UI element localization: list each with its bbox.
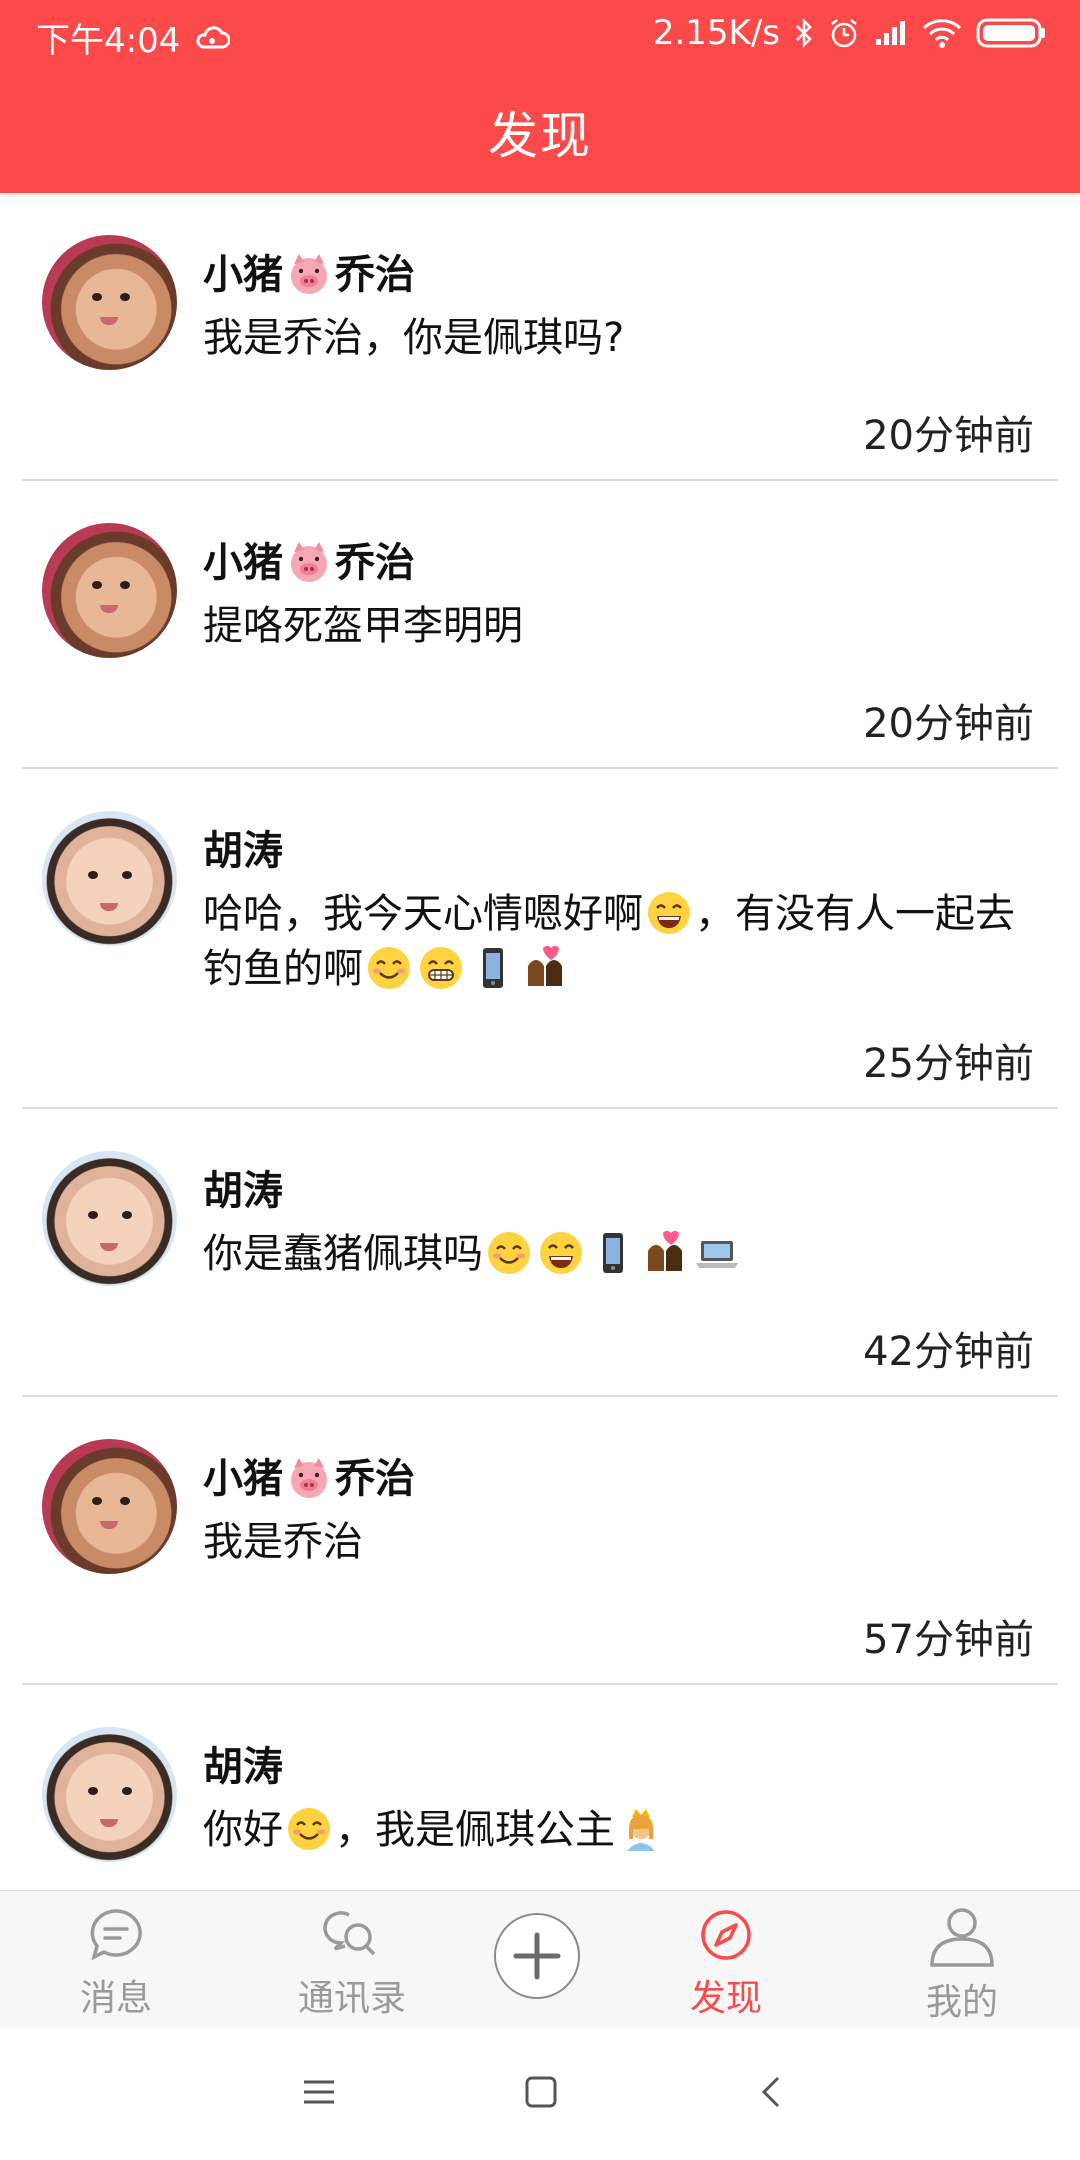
post-time: 20分钟前 xyxy=(863,701,1034,747)
blush-emoji-icon xyxy=(283,1807,335,1853)
compass-icon xyxy=(646,1905,806,1965)
feed-post[interactable]: 小猪 乔治 我是乔治 57分钟前 xyxy=(0,1397,1080,1685)
post-time: 20分钟前 xyxy=(863,413,1034,459)
pig-emoji-icon xyxy=(283,540,335,586)
princess-emoji-icon xyxy=(615,1807,667,1853)
post-author: 小猪 乔治 xyxy=(203,1456,415,1502)
plus-icon xyxy=(496,1932,578,2001)
tab-messages[interactable]: 消息 xyxy=(36,1905,196,2021)
menu-icon[interactable] xyxy=(302,2075,336,2113)
app-header: 发现 xyxy=(0,66,1080,193)
chat-icon xyxy=(36,1905,196,1965)
system-nav-bar xyxy=(0,2030,1080,2160)
feed-post[interactable]: 胡涛 你好 ，我是佩琪公主 xyxy=(0,1685,1080,1890)
tab-discover[interactable]: 发现 xyxy=(646,1905,806,2021)
bottom-tab-bar: 消息 通讯录 发现 我的 xyxy=(0,1890,1080,2031)
post-author: 胡涛 xyxy=(203,1744,283,1790)
post-message: 你好 ，我是佩琪公主 xyxy=(203,1803,1043,1858)
blush-emoji-icon xyxy=(363,946,415,992)
contacts-icon xyxy=(272,1905,432,1965)
tab-label: 消息 xyxy=(79,1978,152,2019)
post-time: 42分钟前 xyxy=(863,1329,1034,1375)
smile-emoji-icon xyxy=(535,1231,587,1277)
feed-post[interactable]: 小猪 乔治 我是乔治，你是佩琪吗? 20分钟前 xyxy=(0,193,1080,481)
kiss-couple-emoji-icon xyxy=(639,1231,691,1277)
laptop-emoji-icon xyxy=(691,1231,743,1277)
person-icon xyxy=(882,1905,1042,1969)
pig-emoji-icon xyxy=(283,1456,335,1502)
grin-emoji-icon xyxy=(415,946,467,992)
avatar[interactable] xyxy=(42,1439,177,1574)
avatar[interactable] xyxy=(42,1727,177,1862)
pig-emoji-icon xyxy=(283,252,335,298)
back-icon[interactable] xyxy=(754,2075,788,2113)
avatar[interactable] xyxy=(42,235,177,370)
page-title: 发现 xyxy=(488,107,592,165)
battery-icon xyxy=(976,17,1046,49)
post-author: 小猪 乔治 xyxy=(203,252,415,298)
add-button[interactable] xyxy=(494,1913,580,1999)
post-message: 我是乔治 xyxy=(203,1519,363,1565)
tab-label: 通讯录 xyxy=(297,1978,406,2019)
network-speed: 2.15K/s xyxy=(652,13,780,53)
post-author: 胡涛 xyxy=(203,828,283,874)
status-time: 下午4:04 xyxy=(36,21,181,61)
smile-emoji-icon xyxy=(643,891,695,937)
signal-icon xyxy=(874,19,908,47)
wifi-icon xyxy=(922,18,962,48)
post-message: 哈哈，我今天心情嗯好啊 ，有没有人一起去钓鱼的啊 xyxy=(203,891,1015,992)
status-bar: 下午4:04 2.15K/s xyxy=(0,0,1080,66)
discover-feed[interactable]: 小猪 乔治 我是乔治，你是佩琪吗? 20分钟前 小猪 乔治 提咯死盔甲李明明 20分… xyxy=(0,193,1080,1890)
post-time: 25分钟前 xyxy=(863,1041,1034,1087)
blush-emoji-icon xyxy=(483,1231,535,1277)
phone-emoji-icon xyxy=(587,1231,639,1277)
post-message: 我是乔治，你是佩琪吗? xyxy=(203,315,625,361)
alarm-icon xyxy=(828,17,860,49)
feed-post[interactable]: 胡涛 哈哈，我今天心情嗯好啊 ，有没有人一起去钓鱼的啊 25分钟前 xyxy=(0,769,1080,1109)
post-message: 提咯死盔甲李明明 xyxy=(203,603,523,649)
phone-emoji-icon xyxy=(467,946,519,992)
feed-post[interactable]: 小猪 乔治 提咯死盔甲李明明 20分钟前 xyxy=(0,481,1080,769)
avatar[interactable] xyxy=(42,523,177,658)
avatar[interactable] xyxy=(42,1151,177,1286)
tab-label: 发现 xyxy=(689,1978,762,2019)
home-icon[interactable] xyxy=(524,2075,558,2113)
post-author: 小猪 乔治 xyxy=(203,540,415,586)
tab-label: 我的 xyxy=(925,1982,998,2023)
post-author: 胡涛 xyxy=(203,1168,283,1214)
feed-post[interactable]: 胡涛 你是蠢猪佩琪吗 42分钟前 xyxy=(0,1109,1080,1397)
cloud-icon xyxy=(194,25,231,51)
tab-me[interactable]: 我的 xyxy=(882,1905,1042,2025)
avatar[interactable] xyxy=(42,811,177,946)
tab-contacts[interactable]: 通讯录 xyxy=(272,1905,432,2021)
post-message: 你是蠢猪佩琪吗 xyxy=(203,1227,1043,1282)
bluetooth-icon xyxy=(794,17,814,49)
kiss-couple-emoji-icon xyxy=(519,946,571,992)
post-time: 57分钟前 xyxy=(863,1617,1034,1663)
